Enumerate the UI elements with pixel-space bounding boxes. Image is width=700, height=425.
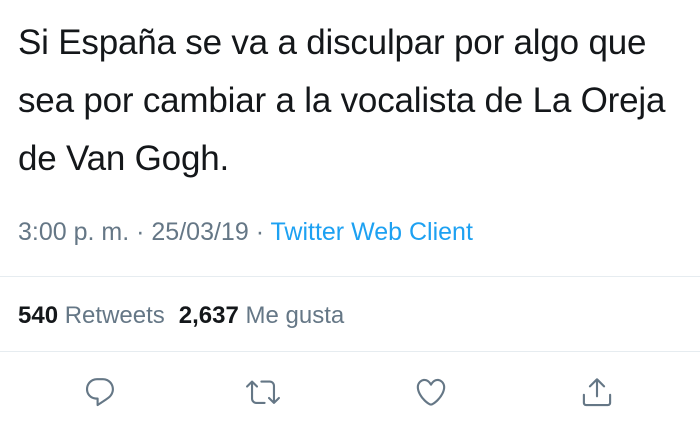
divider	[0, 351, 700, 352]
retweets-count: 540	[18, 302, 59, 329]
heart-icon	[416, 378, 446, 406]
likes-stat[interactable]: 2,637 Me gusta	[179, 302, 344, 329]
meta-separator: ·	[255, 218, 265, 246]
retweets-label: Retweets	[64, 302, 165, 329]
share-button[interactable]	[577, 372, 617, 412]
tweet-time[interactable]: 3:00 p. m.	[18, 218, 129, 246]
tweet-date[interactable]: 25/03/19	[151, 218, 248, 246]
divider	[0, 276, 700, 277]
reply-button[interactable]	[80, 372, 120, 412]
likes-label: Me gusta	[245, 302, 345, 329]
comment-bubble-icon	[85, 378, 114, 407]
tweet-stats: 540 Retweets 2,637 Me gusta	[18, 300, 344, 332]
share-upload-icon	[582, 378, 612, 407]
tweet-actions	[0, 372, 700, 420]
likes-count: 2,637	[178, 302, 239, 329]
tweet-metadata: 3:00 p. m. · 25/03/19 · Twitter Web Clie…	[18, 215, 473, 249]
retweet-arrows-icon	[246, 380, 280, 404]
tweet-detail: Si España se va a disculpar por algo que…	[0, 0, 700, 425]
like-button[interactable]	[411, 372, 451, 412]
retweets-stat[interactable]: 540 Retweets	[18, 302, 165, 329]
meta-separator: ·	[136, 218, 145, 246]
retweet-button[interactable]	[243, 372, 283, 412]
tweet-source-link[interactable]: Twitter Web Client	[271, 218, 473, 246]
tweet-text: Si España se va a disculpar por algo que…	[18, 23, 666, 178]
